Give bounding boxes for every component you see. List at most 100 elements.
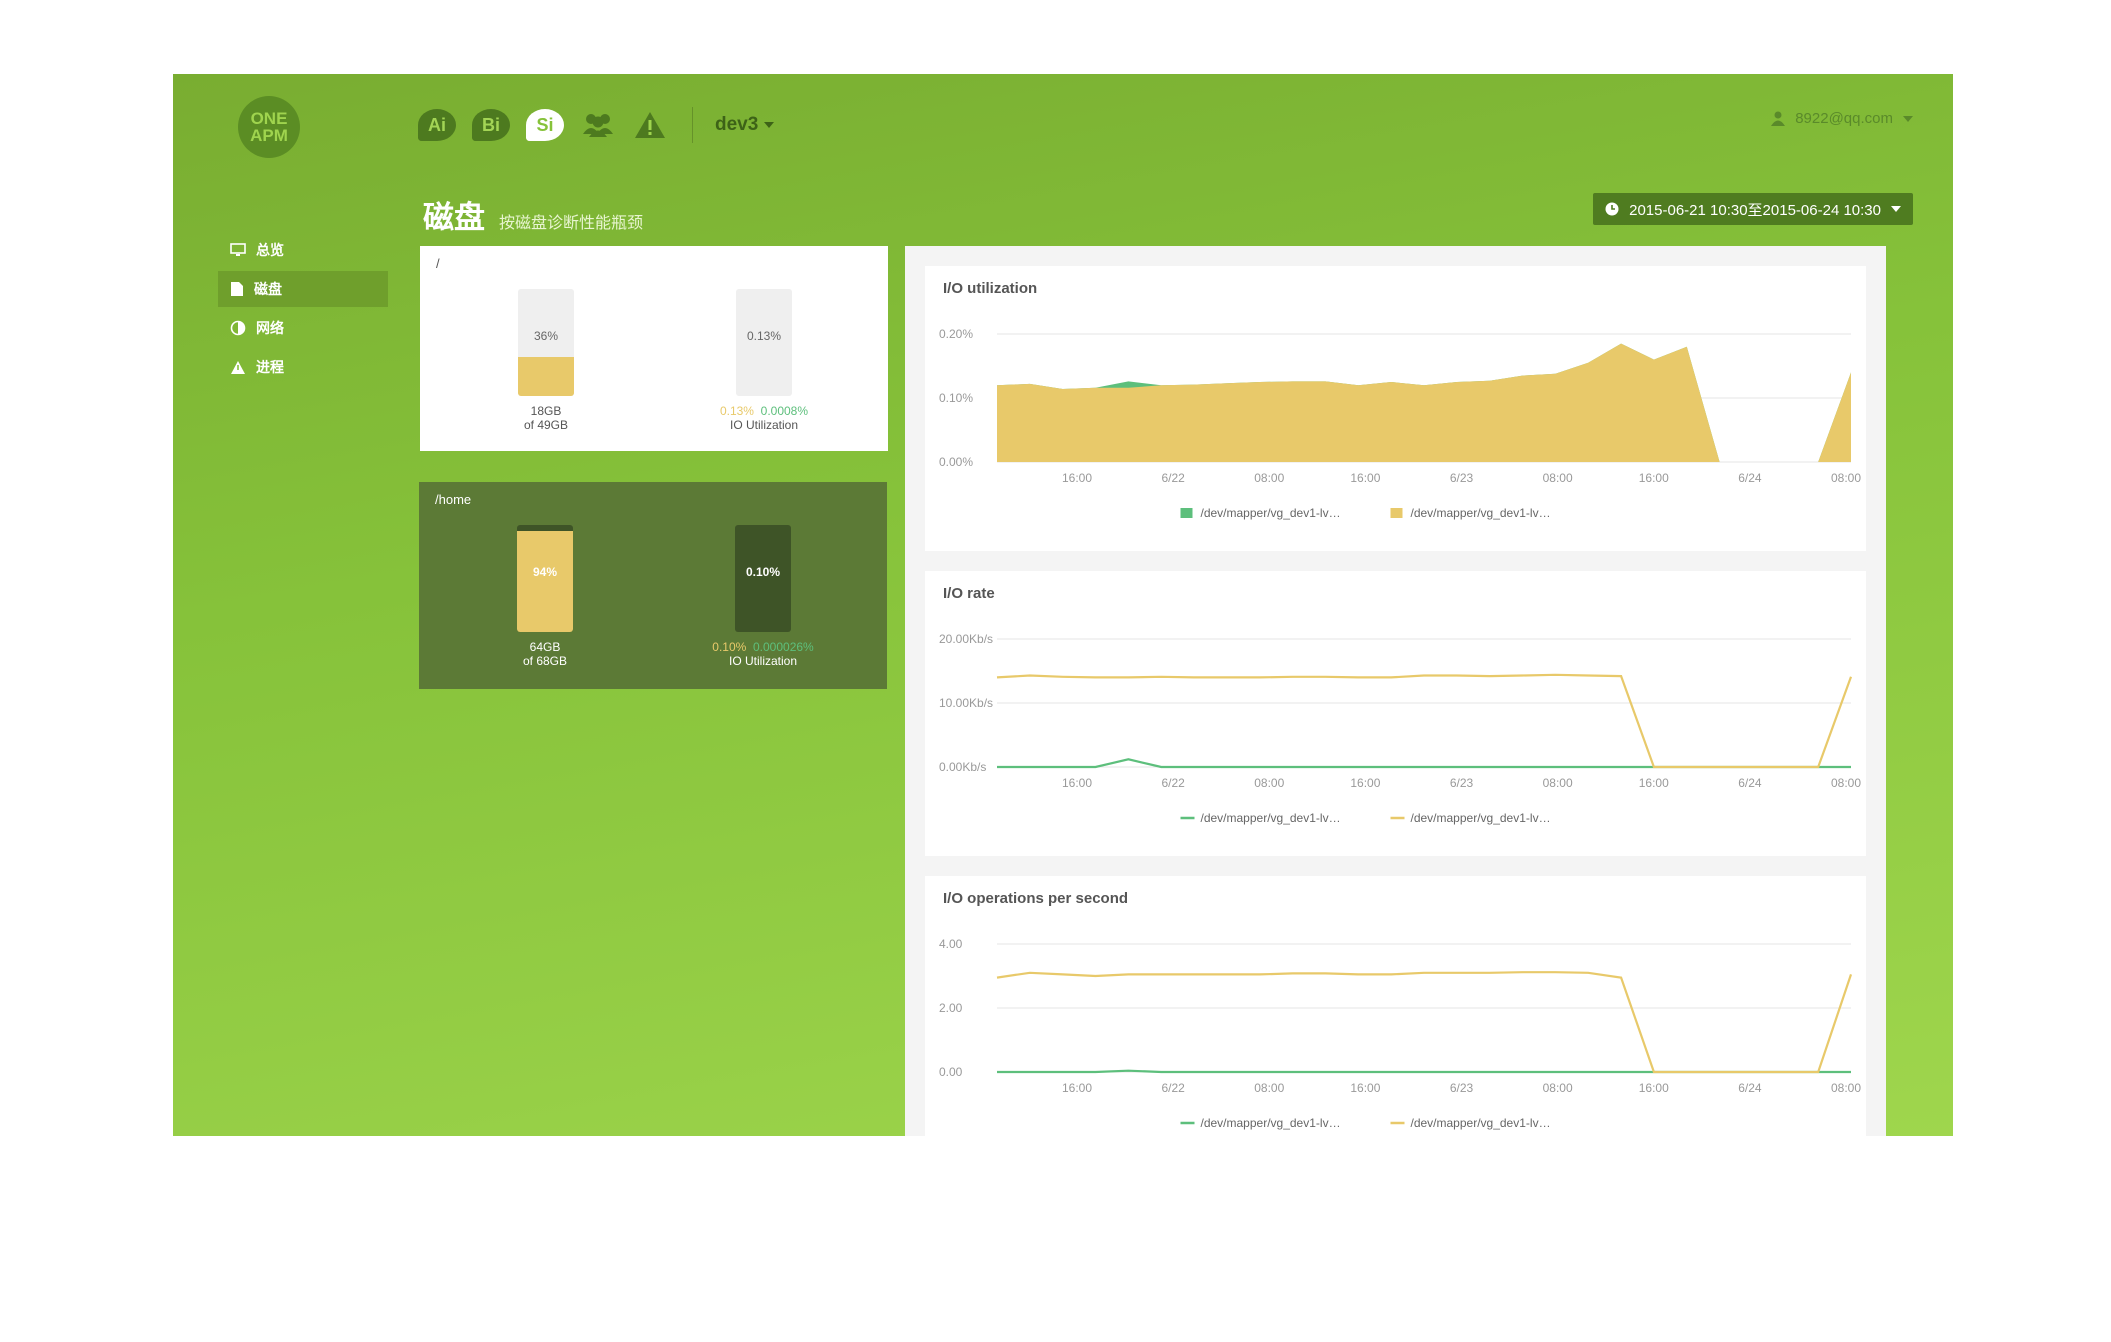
x-tick-label: 08:00 [1831, 776, 1861, 790]
oneapm-logo[interactable]: ONE APM [238, 96, 300, 158]
series-line [996, 971, 1853, 1074]
x-tick-label: 6/22 [1161, 1081, 1185, 1095]
x-tick-label: 16:00 [1062, 1081, 1092, 1095]
chart-io-rate[interactable]: 20.00Kb/s 10.00Kb/s 0.00Kb/s 16:00 6/22 08:00… [925, 571, 1866, 856]
io-utilization-gauge: 0.13% [736, 289, 792, 396]
io-caption-text: IO Utilization [729, 418, 799, 432]
legend-label[interactable]: /dev/mapper/vg_dev1-lv… [1201, 1116, 1341, 1130]
io-utilization-caption: 0.10% 0.000026% IO Utilization [663, 640, 863, 668]
y-tick-label: 4.00 [939, 937, 963, 951]
env-dropdown[interactable]: dev3 [715, 114, 775, 136]
x-tick-label: 08:00 [1254, 471, 1284, 485]
chart-io-ops[interactable]: 4.00 2.00 0.00 16:00 6/22 08:00 16:00 6/23 08:00… [925, 876, 1866, 1136]
series-area [997, 343, 1851, 462]
sidebar-item-process[interactable]: 进程 [218, 349, 388, 385]
product-bar: Ai Bi Si dev3 [418, 102, 775, 148]
y-tick-label: 0.00% [939, 455, 973, 469]
y-tick-label: 2.00 [939, 1001, 963, 1015]
x-tick-label: 16:00 [1350, 471, 1380, 485]
chart-title: I/O utilization [943, 280, 1038, 297]
x-tick-label: 08:00 [1543, 1081, 1573, 1095]
page-subtitle: 按磁盘诊断性能瓶颈 [499, 215, 644, 232]
chart-io-utilization[interactable]: 0.20% 0.10% 0.00% 16:00 6/22 08:00 16:00 6/23 08… [925, 266, 1866, 551]
x-tick-label: 08:00 [1831, 1081, 1861, 1095]
y-tick-label: 20.00Kb/s [939, 632, 993, 646]
network-icon [230, 320, 246, 336]
product-bi-icon[interactable]: Bi [472, 109, 510, 141]
disk-size: 64GB of 68GB [445, 640, 645, 668]
legend-label[interactable]: /dev/mapper/vg_dev1-lv… [1201, 506, 1341, 520]
x-tick-label: 16:00 [1062, 471, 1092, 485]
disk-mount: / [436, 256, 440, 271]
io-utilization-label: 0.10% [745, 565, 781, 579]
product-si-icon[interactable]: Si [526, 109, 564, 141]
x-tick-label: 16:00 [1350, 1081, 1380, 1095]
x-tick-label: 6/23 [1450, 471, 1474, 485]
legend-swatch [1180, 508, 1193, 518]
disk-card-root[interactable]: / 36% 18GB of 49GB 0.13% 0.13% 0.0008% I… [420, 246, 888, 451]
y-tick-label: 0.00Kb/s [939, 760, 986, 774]
chart-card-io-rate: I/O rate 20.00Kb/s 10.00Kb/s 0.00Kb/s 16:00… [925, 571, 1866, 856]
disk-usage-label: 94% [532, 565, 558, 579]
y-tick-label: 0.20% [939, 327, 973, 341]
legend-label[interactable]: /dev/mapper/vg_dev1-lv… [1411, 811, 1551, 825]
x-tick-label: 6/23 [1450, 1081, 1474, 1095]
disk-usage-gauge: 94% [517, 525, 573, 632]
x-tick-label: 16:00 [1350, 776, 1380, 790]
env-label: dev3 [715, 114, 759, 135]
disk-card-home[interactable]: /home 94% 64GB of 68GB 0.10% 0.10% 0.000… [419, 482, 887, 689]
legend-swatch [1390, 508, 1403, 518]
disk-total: of 49GB [523, 418, 569, 432]
chart-card-io-utilization: I/O utilization 0.20% 0.10% 0.00% 16:00 6/22… [925, 266, 1866, 551]
io-value-a: 0.13% [719, 404, 754, 418]
io-utilization-label: 0.13% [746, 329, 782, 343]
alert-icon[interactable] [632, 107, 668, 143]
x-tick-label: 16:00 [1062, 776, 1092, 790]
process-icon [231, 360, 245, 374]
sidebar-item-disk[interactable]: 磁盘 [218, 271, 388, 307]
disk-total: of 68GB [522, 654, 568, 668]
sidebar-item-network[interactable]: 网络 [218, 310, 388, 346]
disk-used: 18GB [530, 404, 562, 418]
series-line [996, 673, 1853, 769]
x-tick-label: 08:00 [1543, 776, 1573, 790]
legend-label[interactable]: /dev/mapper/vg_dev1-lv… [1411, 506, 1551, 520]
sidebar: 总览 磁盘 网络 进程 [218, 232, 388, 388]
x-tick-label: 6/22 [1161, 471, 1185, 485]
io-value-a: 0.10% [712, 640, 747, 654]
date-range-picker[interactable]: 2015-06-21 10:30至2015-06-24 10:30 [1593, 193, 1913, 225]
sidebar-item-label: 磁盘 [254, 281, 282, 297]
io-utilization-gauge: 0.10% [735, 525, 791, 632]
sidebar-item-label: 网络 [256, 320, 284, 336]
io-utilization-caption: 0.13% 0.0008% IO Utilization [664, 404, 864, 432]
disk-mount: /home [435, 492, 472, 507]
legend-label[interactable]: /dev/mapper/vg_dev1-lv… [1201, 811, 1341, 825]
page-header: 磁盘 按磁盘诊断性能瓶颈 [423, 192, 643, 237]
page-title: 磁盘 [423, 200, 485, 235]
sidebar-item-overview[interactable]: 总览 [218, 232, 388, 268]
disk-usage-fill [518, 357, 574, 396]
legend-label[interactable]: /dev/mapper/vg_dev1-lv… [1411, 1116, 1551, 1130]
series-line [997, 758, 1851, 769]
date-range-label: 2015-06-21 10:30至2015-06-24 10:30 [1629, 201, 1881, 219]
io-value-b: 0.000026% [752, 640, 814, 654]
x-tick-label: 6/24 [1738, 471, 1762, 485]
x-tick-label: 16:00 [1639, 1081, 1669, 1095]
x-tick-label: 08:00 [1254, 1081, 1284, 1095]
disk-usage-gauge: 36% [518, 289, 574, 396]
x-tick-label: 08:00 [1254, 776, 1284, 790]
chart-title: I/O rate [943, 585, 995, 602]
product-ai-icon[interactable]: Ai [418, 109, 456, 141]
disk-usage-label: 36% [533, 329, 559, 343]
x-tick-label: 08:00 [1831, 471, 1861, 485]
chevron-down-icon [764, 122, 775, 128]
y-tick-label: 10.00Kb/s [939, 696, 993, 710]
io-caption-text: IO Utilization [728, 654, 798, 668]
user-menu[interactable]: 8922@qq.com [1771, 110, 1913, 127]
x-tick-label: 16:00 [1639, 776, 1669, 790]
users-icon[interactable] [580, 107, 616, 143]
x-tick-label: 6/22 [1161, 776, 1185, 790]
disk-used: 64GB [529, 640, 561, 654]
user-email: 8922@qq.com [1795, 110, 1893, 127]
logo-text-bottom: APM [250, 126, 288, 145]
